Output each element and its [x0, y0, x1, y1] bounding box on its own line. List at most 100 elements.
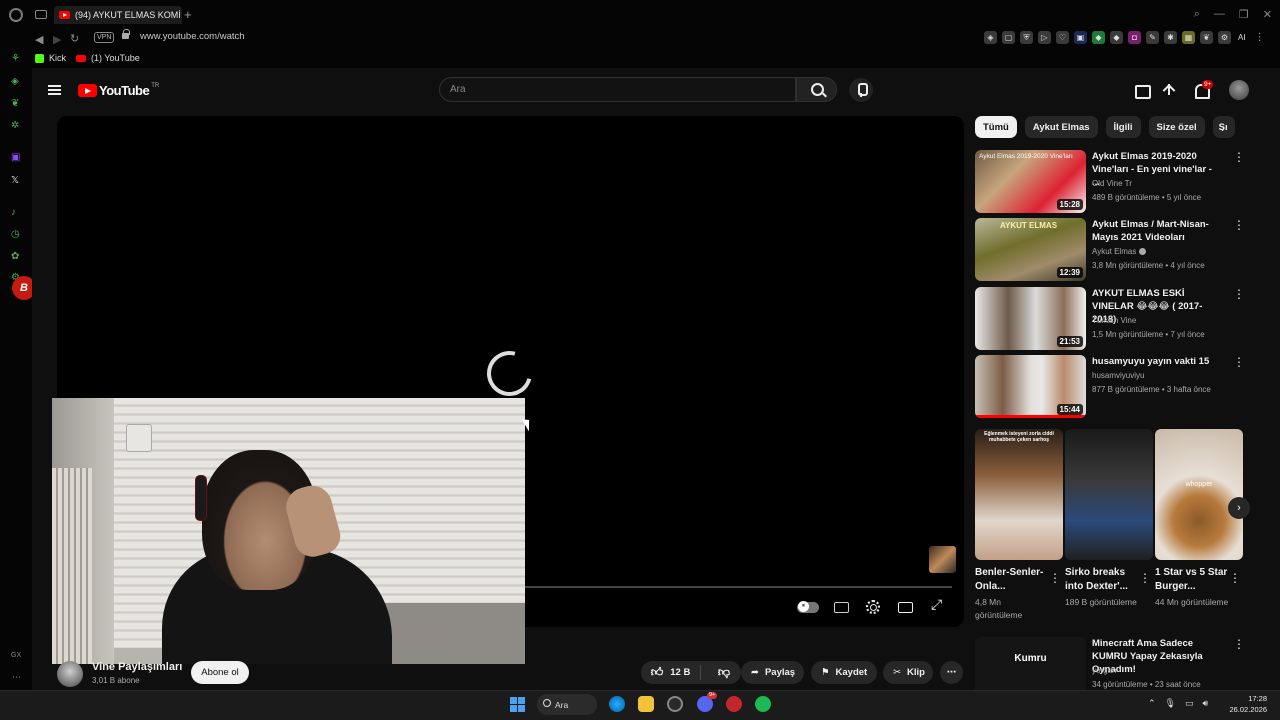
shorts-item[interactable]: whopper 1 Star vs 5 Star Burger... 44 Mn… — [1155, 429, 1243, 609]
create-icon[interactable] — [1134, 82, 1151, 99]
tab-menu-icon[interactable] — [35, 10, 47, 19]
back-arrow-icon[interactable]: ◀ — [35, 33, 43, 46]
search-tabs-icon[interactable]: ⌕ — [1194, 8, 1200, 21]
recommendation-item[interactable]: 21:53 AYKUT ELMAS ESKİ VINELAR 😂😂😂 ( 201… — [975, 287, 1245, 351]
theater-mode-icon[interactable] — [898, 602, 913, 613]
new-tab-plus-icon[interactable]: + — [184, 7, 192, 22]
windows-start-icon[interactable] — [510, 697, 525, 712]
video-thumbnail[interactable]: AYKUT ELMAS 12:39 — [975, 218, 1086, 281]
share-button[interactable]: ➦ Paylaş — [741, 661, 804, 684]
video-channel[interactable]: Türkish Vine — [1092, 316, 1136, 325]
video-channel[interactable]: Aykut Elmas — [1092, 247, 1147, 256]
shorts-menu-dots-icon[interactable]: ⋮ — [1049, 571, 1061, 585]
taskbar-search[interactable]: Ara — [537, 694, 597, 715]
screenshot-icon[interactable]: ▢ — [1002, 31, 1015, 44]
maximize-icon[interactable]: ❐ — [1239, 8, 1249, 21]
shorts-title[interactable]: Sirko breaks into Dexter'... — [1065, 566, 1139, 594]
video-thumbnail[interactable]: Kumru — [975, 637, 1086, 690]
clip-button[interactable]: ✂ Klip — [883, 661, 933, 684]
shorts-thumbnail[interactable]: whopper — [1155, 429, 1243, 560]
browser-menu-icon[interactable]: ⋮ — [1255, 32, 1265, 43]
sidebar-gx-corner-icon[interactable]: ⚘ — [11, 53, 20, 64]
tray-mic-icon[interactable]: 🎙︎ — [1165, 698, 1176, 709]
taskbar-clock[interactable]: 17:28 26.02.2026 — [1227, 693, 1267, 715]
opera-gx-taskbar-icon[interactable] — [667, 696, 683, 712]
lock-icon[interactable] — [122, 29, 130, 39]
video-menu-dots-icon[interactable]: ⋮ — [1233, 287, 1245, 301]
video-thumbnail[interactable]: 15:44 — [975, 355, 1086, 418]
shield-icon[interactable]: ⛨ — [1020, 31, 1033, 44]
sidebar-x-icon[interactable]: 𝕏 — [11, 175, 19, 186]
channel-avatar[interactable] — [57, 661, 83, 687]
play-icon[interactable]: ▷ — [1038, 31, 1051, 44]
subtitles-icon[interactable] — [834, 602, 849, 613]
dislike-button[interactable]: 👎︎ — [707, 665, 741, 680]
recommendation-item[interactable]: Kumru Minecraft Ama Sadece KUMRU Yapay Z… — [975, 637, 1245, 690]
video-channel[interactable]: yorgan — [1092, 666, 1116, 675]
hamburger-menu-icon[interactable] — [48, 85, 61, 95]
video-channel[interactable]: Old Vine Tr — [1092, 179, 1132, 188]
extension-twitch-icon[interactable]: ◘ — [1128, 31, 1141, 44]
chip-related[interactable]: İlgili — [1105, 116, 1141, 138]
chip-all[interactable]: Tümü — [975, 116, 1017, 138]
sidebar-leaf-icon[interactable]: ❦ — [11, 98, 19, 109]
pin-icon[interactable]: ◈ — [984, 31, 997, 44]
tray-volume-icon[interactable]: 🔊︎ — [1203, 698, 1209, 709]
search-input[interactable]: Ara — [439, 77, 796, 102]
browser-tab-active[interactable]: (94) AYKUT ELMAS KOMİ — [54, 6, 182, 24]
vpn-badge[interactable]: VPN — [94, 32, 115, 43]
chip-for-you[interactable]: Size özel — [1148, 116, 1205, 138]
extension-green-icon[interactable]: ◆ — [1092, 31, 1105, 44]
extension-sr-icon[interactable]: ▣ — [1074, 31, 1087, 44]
search-button[interactable] — [796, 77, 837, 102]
opera-icon[interactable] — [726, 696, 742, 712]
video-thumbnail[interactable]: Aykut Elmas 2019-2020 Vine'ları 15:28 — [975, 150, 1086, 213]
sidebar-clock-icon[interactable]: ◷ — [11, 229, 20, 240]
spotify-icon[interactable] — [755, 696, 771, 712]
recommendation-item[interactable]: Aykut Elmas 2019-2020 Vine'ları 15:28 Ay… — [975, 150, 1245, 214]
sidebar-star-icon[interactable]: ✲ — [11, 120, 19, 131]
fullscreen-icon[interactable] — [931, 596, 945, 614]
shorts-thumbnail[interactable]: Eğlenmek isteyeni zorla ciddi muhabbete … — [975, 429, 1063, 560]
shorts-next-chevron-icon[interactable]: › — [1228, 497, 1250, 519]
save-button[interactable]: ⚑ Kaydet — [811, 661, 877, 684]
sidebar-gx-control-icon[interactable]: ◈ — [11, 76, 19, 87]
settings-icon[interactable]: ⚙ — [1218, 31, 1231, 44]
autoplay-toggle[interactable] — [797, 601, 819, 613]
progress-bar[interactable] — [525, 586, 952, 588]
video-menu-dots-icon[interactable]: ⋮ — [1233, 355, 1245, 369]
shorts-title[interactable]: 1 Star vs 5 Star Burger... — [1155, 566, 1229, 594]
edge-icon[interactable] — [609, 696, 625, 712]
minimize-icon[interactable]: — — [1214, 8, 1225, 21]
channel-name[interactable]: Vine Paylaşımları — [92, 661, 182, 673]
recommendation-item[interactable]: AYKUT ELMAS 12:39 Aykut Elmas / Mart-Nis… — [975, 218, 1245, 282]
shorts-menu-dots-icon[interactable]: ⋮ — [1229, 571, 1241, 585]
shorts-menu-dots-icon[interactable]: ⋮ — [1139, 571, 1151, 585]
settings-gear-icon[interactable] — [866, 600, 880, 614]
video-menu-dots-icon[interactable]: ⋮ — [1233, 637, 1245, 651]
extension-avatar-icon[interactable]: ▦ — [1182, 31, 1195, 44]
extension-pen-icon[interactable]: ✎ — [1146, 31, 1159, 44]
more-actions-button[interactable]: ⋯ — [940, 661, 963, 684]
bookmark-kick[interactable]: Kick — [35, 53, 66, 63]
tray-network-icon[interactable]: ▭ — [1185, 698, 1194, 709]
url-field[interactable]: www.youtube.com/watch — [140, 31, 245, 42]
video-title[interactable]: Aykut Elmas / Mart-Nisan-Mayıs 2021 Vide… — [1092, 218, 1222, 244]
account-avatar[interactable] — [1229, 80, 1249, 100]
extension-leaf-icon[interactable]: ❦ — [1200, 31, 1213, 44]
shorts-thumbnail[interactable] — [1065, 429, 1153, 560]
channel-watermark[interactable] — [929, 546, 956, 573]
voice-search-mic-icon[interactable] — [849, 78, 873, 102]
shorts-item[interactable]: Sirko breaks into Dexter'... 189 B görün… — [1065, 429, 1153, 609]
video-title[interactable]: husamyuyu yayın vakti 15 — [1092, 355, 1222, 368]
forward-arrow-icon[interactable]: ▶ — [53, 33, 61, 46]
sidebar-twitch-icon[interactable]: ▣ — [11, 152, 20, 163]
chips-next-chevron-icon[interactable]: › — [1221, 121, 1225, 135]
chip-aykut-elmas[interactable]: Aykut Elmas — [1024, 116, 1098, 138]
sidebar-more-icon[interactable]: ⋯ — [12, 672, 21, 683]
youtube-logo[interactable]: YouTube TR — [78, 83, 159, 98]
video-channel[interactable]: husamviyuviyu — [1092, 371, 1144, 380]
upload-icon[interactable] — [1161, 82, 1177, 98]
reload-icon[interactable]: ↻ — [70, 32, 79, 45]
video-menu-dots-icon[interactable]: ⋮ — [1233, 218, 1245, 232]
